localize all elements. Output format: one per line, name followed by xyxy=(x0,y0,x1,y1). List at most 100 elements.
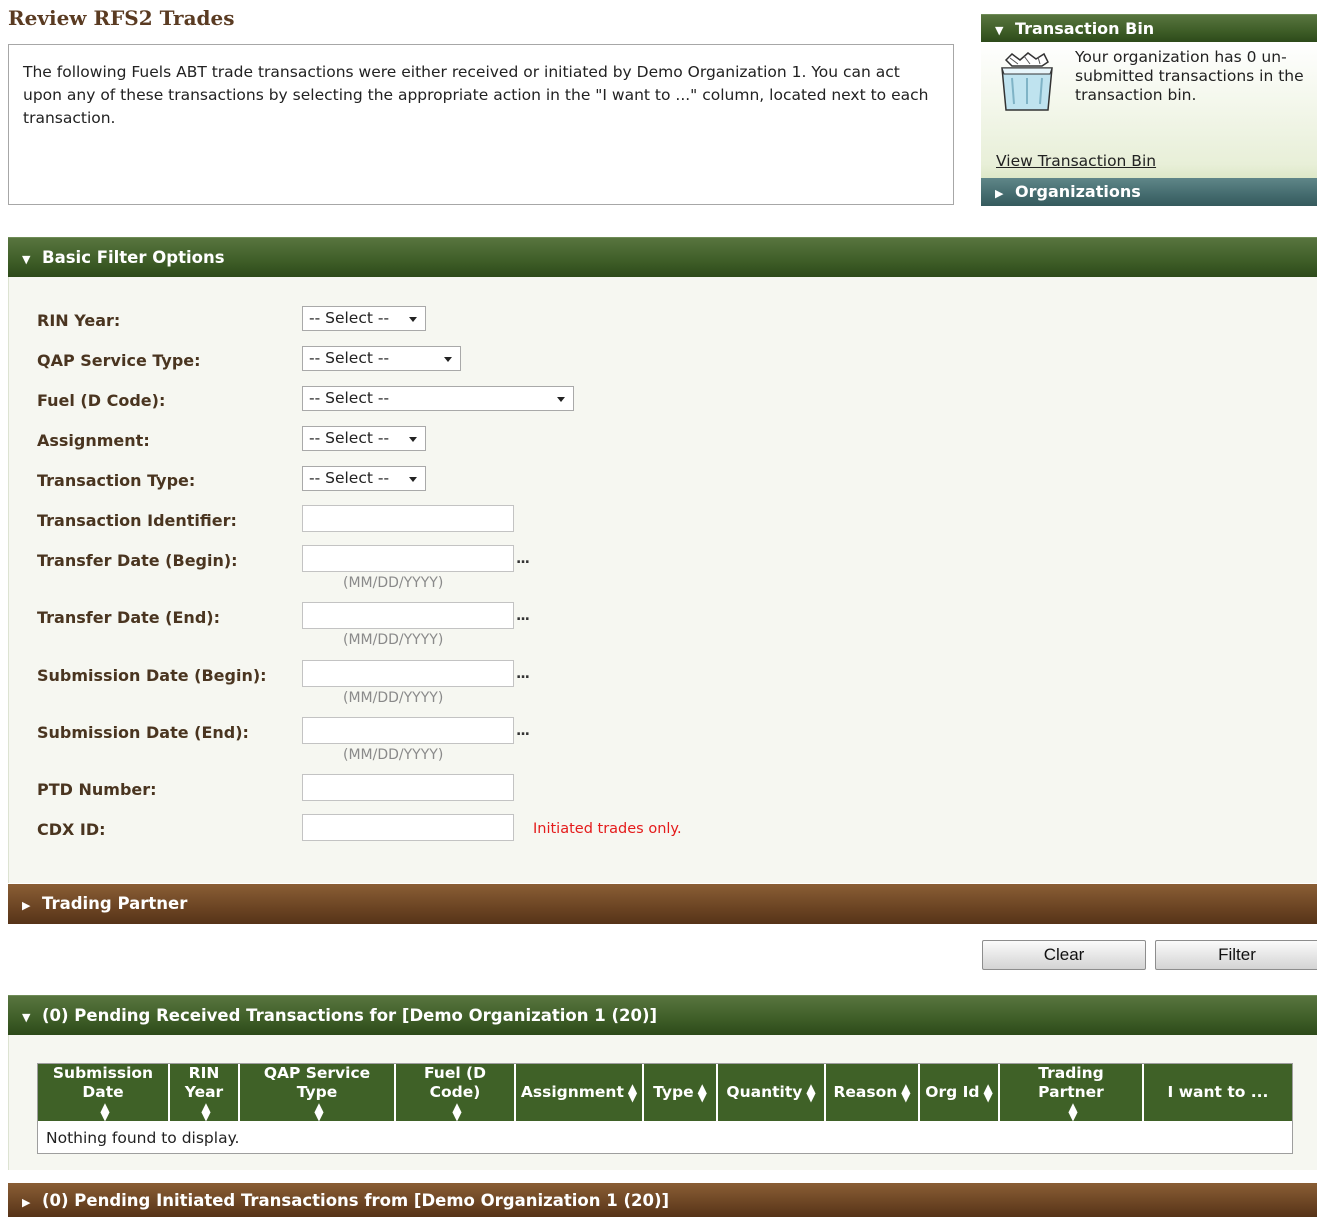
pending-received-title: (0) Pending Received Transactions for [D… xyxy=(42,1006,658,1025)
pending-initiated-header[interactable]: ▶ (0) Pending Initiated Transactions from… xyxy=(8,1183,1317,1217)
pending-initiated-title: (0) Pending Initiated Transactions from … xyxy=(42,1191,670,1210)
pending-received-body: Submission Date▲ ▼ RIN Year▲ ▼ QAP Service… xyxy=(8,1035,1317,1170)
empty-table-message: Nothing found to display. xyxy=(46,1128,240,1147)
dropdown-arrow-icon xyxy=(409,317,417,322)
date-format-hint: (MM/DD/YYYY) xyxy=(343,632,444,648)
transaction-bin-body: Your organization has 0 un-submitted tra… xyxy=(981,42,1317,178)
sort-arrows-icon: ▲ ▼ xyxy=(901,1080,911,1104)
column-label: Fuel (D Code) xyxy=(423,1064,487,1101)
transaction-bin-message: Your organization has 0 un-submitted tra… xyxy=(1075,48,1304,104)
clear-button[interactable]: Clear xyxy=(982,940,1146,970)
submission-date-begin-input[interactable] xyxy=(302,660,514,687)
transaction-identifier-label: Transaction Identifier: xyxy=(37,511,237,530)
column-label: Assignment xyxy=(520,1083,624,1101)
column-label: Submission Date xyxy=(52,1064,154,1101)
transaction-bin-panel: ▼ Transaction Bin Your organization has 0… xyxy=(981,14,1317,206)
view-transaction-bin-link[interactable]: View Transaction Bin xyxy=(996,152,1156,170)
pending-received-header[interactable]: ▼ (0) Pending Received Transactions for [… xyxy=(8,995,1317,1035)
column-header-reason[interactable]: Reason ▲ ▼ xyxy=(826,1064,920,1122)
transaction-type-label: Transaction Type: xyxy=(37,471,196,490)
transfer-date-end-input[interactable] xyxy=(302,602,514,629)
assignment-label: Assignment: xyxy=(37,431,150,450)
sort-arrows-icon: ▲ ▼ xyxy=(1068,1099,1078,1123)
dropdown-arrow-icon xyxy=(409,437,417,442)
transaction-type-value: -- Select -- xyxy=(309,469,390,487)
column-label: Org Id xyxy=(925,1083,980,1101)
received-transactions-table: Submission Date▲ ▼ RIN Year▲ ▼ QAP Service… xyxy=(37,1063,1293,1154)
collapse-triangle-icon: ▼ xyxy=(995,24,1004,37)
submission-date-end-input[interactable] xyxy=(302,717,514,744)
date-format-hint: (MM/DD/YYYY) xyxy=(343,690,444,706)
transfer-date-begin-input[interactable] xyxy=(302,545,514,572)
ptd-number-label: PTD Number: xyxy=(37,780,157,799)
dropdown-arrow-icon xyxy=(409,477,417,482)
fuel-d-code-select[interactable]: -- Select -- xyxy=(302,386,574,411)
collapse-triangle-icon: ▼ xyxy=(22,1011,31,1024)
intro-text: The following Fuels ABT trade transactio… xyxy=(23,63,929,127)
qap-service-type-select[interactable]: -- Select -- xyxy=(302,346,461,371)
assignment-select[interactable]: -- Select -- xyxy=(302,426,426,451)
submission-date-end-picker-button[interactable]: ... xyxy=(516,723,530,739)
transaction-bin-title: Transaction Bin xyxy=(1015,19,1155,38)
cdx-id-input[interactable] xyxy=(302,814,514,841)
sort-arrows-icon: ▲ ▼ xyxy=(627,1080,638,1104)
submission-date-begin-picker-button[interactable]: ... xyxy=(516,666,530,682)
sort-arrows-icon: ▲ ▼ xyxy=(100,1099,110,1123)
transaction-identifier-input[interactable] xyxy=(302,505,514,532)
column-label: RIN Year xyxy=(184,1064,224,1101)
transfer-date-begin-label: Transfer Date (Begin): xyxy=(37,551,238,570)
trading-partner-header[interactable]: ▶ Trading Partner xyxy=(8,884,1317,924)
collapse-triangle-icon: ▼ xyxy=(22,253,31,266)
transfer-date-end-picker-button[interactable]: ... xyxy=(516,608,530,624)
column-label: Reason xyxy=(833,1083,898,1101)
sort-arrows-icon: ▲ ▼ xyxy=(983,1080,993,1104)
cdx-id-label: CDX ID: xyxy=(37,820,106,839)
sort-arrows-icon: ▲ ▼ xyxy=(201,1099,211,1123)
rin-year-label: RIN Year: xyxy=(37,311,121,330)
column-header-quantity[interactable]: Quantity ▲ ▼ xyxy=(718,1064,826,1122)
cdx-id-note: Initiated trades only. xyxy=(533,821,682,837)
basic-filter-title: Basic Filter Options xyxy=(42,248,225,267)
column-label: QAP Service Type xyxy=(263,1064,371,1101)
transfer-date-begin-picker-button[interactable]: ... xyxy=(516,551,530,567)
page-title: Review RFS2 Trades xyxy=(8,6,235,30)
rin-year-select[interactable]: -- Select -- xyxy=(302,306,426,331)
organizations-title: Organizations xyxy=(1015,182,1141,201)
submission-date-end-label: Submission Date (End): xyxy=(37,723,249,742)
sort-arrows-icon: ▲ ▼ xyxy=(806,1080,816,1104)
filter-button[interactable]: Filter xyxy=(1155,940,1317,970)
date-format-hint: (MM/DD/YYYY) xyxy=(343,747,444,763)
basic-filter-header[interactable]: ▼ Basic Filter Options xyxy=(8,237,1317,277)
fuel-d-code-label: Fuel (D Code): xyxy=(37,391,166,410)
column-header-submission-date[interactable]: Submission Date▲ ▼ xyxy=(38,1064,170,1122)
column-header-type[interactable]: Type ▲ ▼ xyxy=(644,1064,718,1122)
sort-arrows-icon: ▲ ▼ xyxy=(697,1080,707,1104)
transfer-date-end-label: Transfer Date (End): xyxy=(37,608,220,627)
column-label: Quantity xyxy=(726,1083,803,1101)
expand-triangle-icon: ▶ xyxy=(22,899,31,912)
rin-year-value: -- Select -- xyxy=(309,309,390,327)
column-header-rin-year[interactable]: RIN Year▲ ▼ xyxy=(170,1064,240,1122)
qap-service-type-label: QAP Service Type: xyxy=(37,351,201,370)
column-header-qap-service-type[interactable]: QAP Service Type▲ ▼ xyxy=(240,1064,396,1122)
sort-arrows-icon: ▲ ▼ xyxy=(314,1099,324,1123)
transaction-type-select[interactable]: -- Select -- xyxy=(302,466,426,491)
fuel-d-code-value: -- Select -- xyxy=(309,389,390,407)
dropdown-arrow-icon xyxy=(444,357,452,362)
table-header-row: Submission Date▲ ▼ RIN Year▲ ▼ QAP Service… xyxy=(38,1064,1292,1122)
column-header-i-want-to: I want to ... xyxy=(1144,1064,1292,1122)
trading-partner-title: Trading Partner xyxy=(42,894,188,913)
column-header-trading-partner[interactable]: Trading Partner▲ ▼ xyxy=(1000,1064,1144,1122)
ptd-number-input[interactable] xyxy=(302,774,514,801)
assignment-value: -- Select -- xyxy=(309,429,390,447)
column-label: I want to ... xyxy=(1167,1083,1269,1101)
expand-triangle-icon: ▶ xyxy=(995,187,1004,200)
trash-bin-icon xyxy=(1001,52,1053,111)
column-header-org-id[interactable]: Org Id ▲ ▼ xyxy=(920,1064,1000,1122)
organizations-header[interactable]: ▶ Organizations xyxy=(981,178,1317,206)
transaction-bin-header[interactable]: ▼ Transaction Bin xyxy=(981,14,1317,42)
column-header-fuel-d-code[interactable]: Fuel (D Code)▲ ▼ xyxy=(396,1064,516,1122)
submission-date-begin-label: Submission Date (Begin): xyxy=(37,666,267,685)
sort-arrows-icon: ▲ ▼ xyxy=(452,1099,462,1123)
column-header-assignment[interactable]: Assignment ▲ ▼ xyxy=(516,1064,644,1122)
